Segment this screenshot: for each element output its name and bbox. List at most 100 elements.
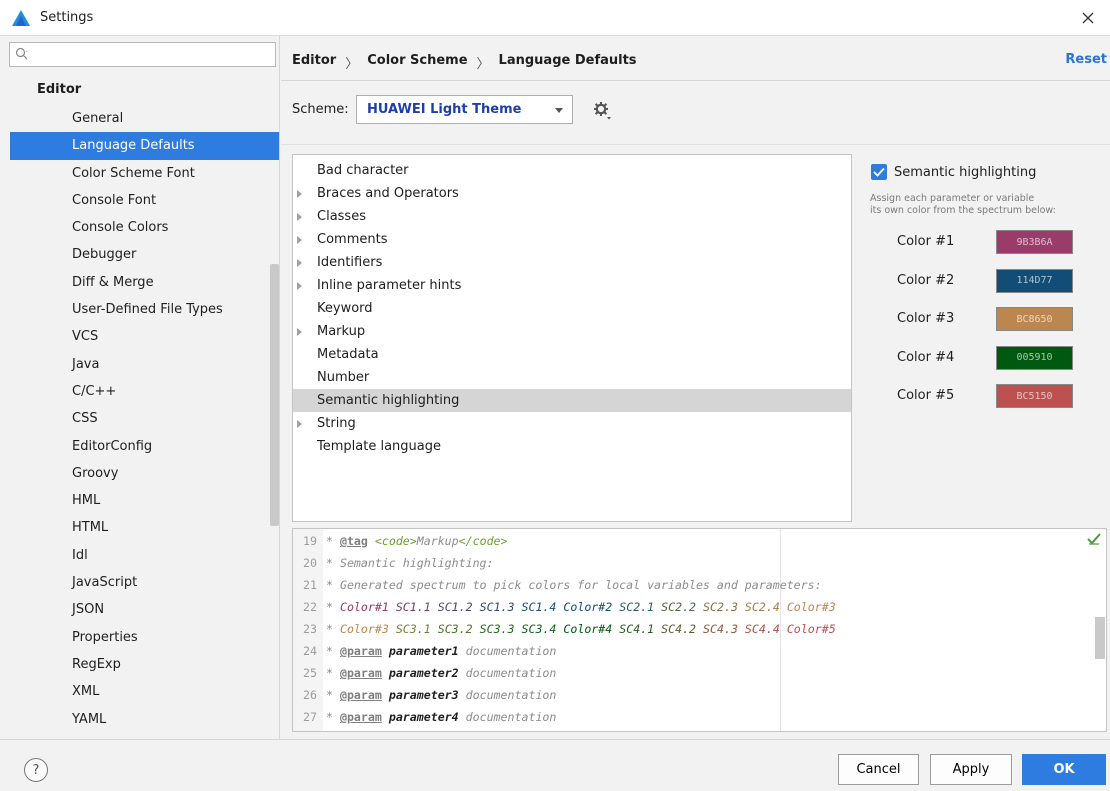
attribute-item[interactable]: Braces and Operators (293, 182, 851, 205)
semantic-token: SC3.3 (479, 622, 515, 636)
attribute-item[interactable]: Keyword (293, 297, 851, 320)
sidebar-item-editorconfig[interactable]: EditorConfig (10, 433, 279, 460)
attribute-item[interactable]: Metadata (293, 343, 851, 366)
attribute-item[interactable]: Classes (293, 205, 851, 228)
line-number: 23 (303, 622, 317, 636)
semantic-highlighting-checkbox[interactable] (871, 164, 887, 180)
sidebar-item-properties[interactable]: Properties (10, 624, 279, 651)
sidebar-item-regexp[interactable]: RegExp (10, 651, 279, 678)
attribute-item[interactable]: Template language (293, 435, 851, 458)
comment-text: * Semantic highlighting: (326, 556, 494, 570)
reset-link[interactable]: Reset (1065, 52, 1107, 67)
semantic-token: SC4.1 (619, 622, 655, 636)
breadcrumb-item[interactable]: Editor (292, 53, 336, 72)
app-logo-icon (12, 10, 30, 26)
ok-button[interactable]: OK (1022, 754, 1106, 785)
header-divider (281, 80, 1110, 81)
sidebar-item-user-defined-file-types[interactable]: User-Defined File Types (10, 296, 279, 323)
checkmark-icon (873, 167, 885, 177)
tree-root-editor[interactable]: Editor (37, 82, 81, 97)
code-line: 25 * @param parameter2 documentation (293, 662, 1093, 684)
semantic-token: Color#3 (786, 600, 836, 614)
attribute-label: Bad character (317, 163, 409, 178)
param-name: parameter2 (388, 666, 459, 680)
title-bar: Settings (0, 0, 1110, 36)
attribute-label: Keyword (317, 301, 373, 316)
color-row: Color #3 BC8650 (897, 307, 1077, 331)
cancel-button[interactable]: Cancel (838, 754, 919, 785)
doc-tag: @param (339, 666, 382, 680)
sidebar-item-vcs[interactable]: VCS (10, 323, 279, 350)
semantic-highlighting-checkbox-row[interactable]: Semantic highlighting (871, 164, 1036, 180)
expand-arrow-icon[interactable] (297, 420, 302, 428)
expand-arrow-icon[interactable] (297, 213, 302, 221)
line-number: 22 (303, 600, 317, 614)
inspection-ok-icon[interactable] (1086, 532, 1102, 546)
sidebar-item-groovy[interactable]: Groovy (10, 460, 279, 487)
sidebar-item-c-c[interactable]: C/C++ (10, 378, 279, 405)
sidebar-item-diff-merge[interactable]: Diff & Merge (10, 269, 279, 296)
sidebar-item-javascript[interactable]: JavaScript (10, 569, 279, 596)
sidebar-item-debugger[interactable]: Debugger (10, 241, 279, 268)
help-button[interactable]: ? (24, 758, 48, 782)
attribute-label: Template language (317, 439, 441, 454)
search-box[interactable] (9, 42, 276, 67)
sidebar-scrollbar[interactable] (270, 264, 279, 526)
attribute-item[interactable]: Comments (293, 228, 851, 251)
code-preview[interactable]: 19 * @tag <code>Markup</code> 20 * Semantic… (292, 528, 1107, 732)
expand-arrow-icon[interactable] (297, 328, 302, 336)
expand-arrow-icon[interactable] (297, 190, 302, 198)
color-swatch[interactable]: 114D77 (996, 268, 1073, 293)
color-swatch[interactable]: BC5150 (996, 384, 1073, 408)
attribute-item[interactable]: Semantic highlighting (293, 389, 851, 412)
breadcrumb-separator: 〉 (345, 57, 359, 72)
sidebar-item-xml[interactable]: XML (10, 678, 279, 705)
expand-arrow-icon[interactable] (297, 282, 302, 290)
sidebar-item-yaml[interactable]: YAML (10, 706, 279, 733)
doc-tag: @tag (339, 534, 368, 548)
sidebar-item-console-font[interactable]: Console Font (10, 187, 279, 214)
sidebar-item-css[interactable]: CSS (10, 405, 279, 432)
sidebar-item-console-colors[interactable]: Console Colors (10, 214, 279, 241)
close-button[interactable] (1074, 4, 1102, 32)
semantic-token: SC3.1 (395, 622, 431, 636)
sidebar-item-java[interactable]: Java (10, 351, 279, 378)
html-tag: <code> (374, 534, 417, 548)
sidebar-item-json[interactable]: JSON (10, 596, 279, 623)
sidebar-item-general[interactable]: General (10, 105, 279, 132)
sidebar-item-color-scheme-font[interactable]: Color Scheme Font (10, 160, 279, 187)
color-swatch[interactable]: 9B3B6A (996, 230, 1073, 254)
expand-arrow-icon[interactable] (297, 236, 302, 244)
color-label: Color #1 (897, 234, 955, 249)
semantic-description-line: Assign each parameter or variable (870, 193, 1035, 204)
color-swatch[interactable]: 005910 (996, 345, 1073, 370)
line-number: 25 (303, 666, 317, 680)
semantic-token: SC1.1 (395, 600, 431, 614)
breadcrumb-item[interactable]: Language Defaults (499, 53, 637, 72)
color-swatch[interactable]: BC8650 (996, 307, 1073, 331)
semantic-token: Color#1 (339, 600, 389, 614)
sidebar-item-idl[interactable]: Idl (10, 542, 279, 569)
semantic-token: Color#2 (563, 600, 613, 614)
main-panel: Editor 〉 Color Scheme 〉 Language Defaults Re… (281, 36, 1110, 739)
semantic-token: Color#5 (786, 622, 836, 636)
sidebar-item-language-defaults[interactable]: Language Defaults (10, 132, 279, 160)
gear-icon[interactable] (591, 99, 613, 121)
attribute-item[interactable]: Identifiers (293, 251, 851, 274)
attribute-item[interactable]: Bad character (293, 159, 851, 182)
apply-button[interactable]: Apply (930, 754, 1012, 785)
search-input[interactable] (34, 45, 272, 64)
semantic-token: Color#3 (339, 622, 389, 636)
sidebar-item-hml[interactable]: HML (10, 487, 279, 514)
preview-scrollbar[interactable] (1095, 617, 1105, 659)
attribute-item[interactable]: String (293, 412, 851, 435)
attribute-item[interactable]: Inline parameter hints (293, 274, 851, 297)
attribute-item[interactable]: Markup (293, 320, 851, 343)
semantic-description-line: its own color from the spectrum below: (870, 205, 1056, 216)
sidebar-item-html[interactable]: HTML (10, 514, 279, 541)
attribute-item[interactable]: Number (293, 366, 851, 389)
line-number: 21 (303, 578, 317, 592)
breadcrumb-item[interactable]: Color Scheme (367, 53, 467, 72)
expand-arrow-icon[interactable] (297, 259, 302, 267)
scheme-dropdown[interactable]: HUAWEI Light Theme (356, 95, 573, 124)
